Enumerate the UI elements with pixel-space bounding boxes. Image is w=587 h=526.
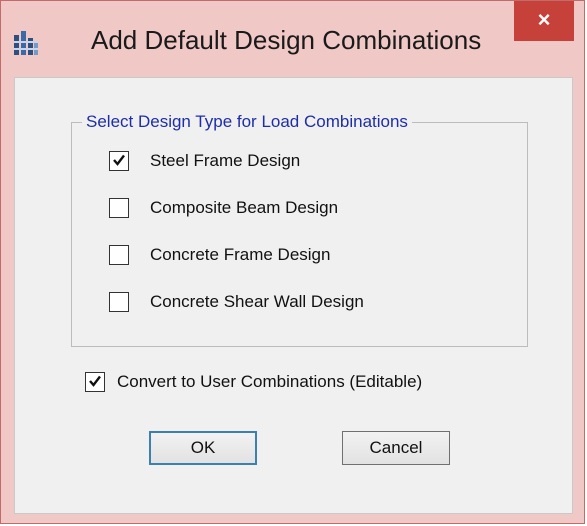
composite-beam-design-checkbox[interactable] [109,198,129,218]
close-icon: × [537,7,551,32]
convert-to-user-combinations-checkbox[interactable] [85,372,105,392]
cancel-button[interactable]: Cancel [342,431,450,465]
check-mark-icon [113,154,125,166]
dialog-window: Add Default Design Combinations × Select… [0,0,585,524]
app-icon [14,31,38,55]
groupbox-legend: Select Design Type for Load Combinations [82,112,412,132]
close-button[interactable]: × [514,1,574,41]
design-type-groupbox: Select Design Type for Load Combinations… [71,112,528,347]
composite-beam-design-label[interactable]: Composite Beam Design [150,198,338,218]
convert-to-user-combinations-label[interactable]: Convert to User Combinations (Editable) [117,372,422,392]
steel-frame-design-label[interactable]: Steel Frame Design [150,151,300,171]
concrete-shear-wall-design-checkbox[interactable] [109,292,129,312]
steel-frame-design-checkbox[interactable] [109,151,129,171]
title-bar[interactable]: Add Default Design Combinations × [1,1,586,77]
dialog-client-area: Select Design Type for Load Combinations… [14,77,573,514]
check-mark-icon [89,375,101,387]
concrete-frame-design-checkbox[interactable] [109,245,129,265]
ok-button[interactable]: OK [149,431,257,465]
concrete-shear-wall-design-label[interactable]: Concrete Shear Wall Design [150,292,364,312]
window-title: Add Default Design Combinations [91,25,482,55]
concrete-frame-design-label[interactable]: Concrete Frame Design [150,245,330,265]
